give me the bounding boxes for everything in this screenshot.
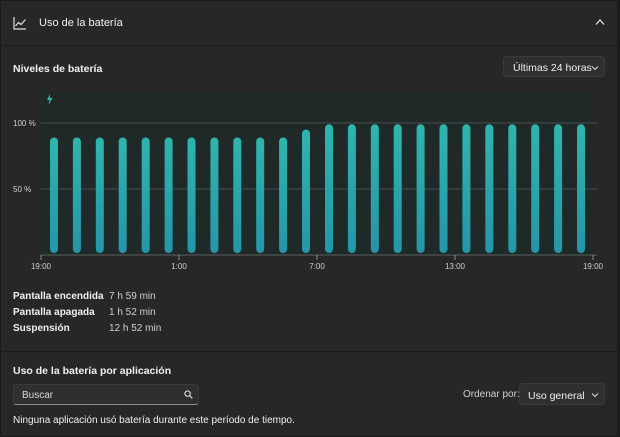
battery-bar (72, 137, 81, 253)
time-range-selected: Últimas 24 horas (513, 62, 592, 74)
battery-bar (462, 124, 471, 253)
sort-dropdown[interactable]: Uso general (519, 383, 605, 405)
search-box[interactable] (13, 384, 199, 405)
x-tick-label: 1:00 (171, 262, 187, 271)
battery-bar (302, 129, 310, 253)
search-icon[interactable] (184, 390, 193, 399)
battery-bar (416, 124, 425, 253)
battery-bar (347, 124, 356, 253)
battery-bar (531, 124, 540, 253)
x-tick-label: 19:00 (583, 262, 604, 271)
stat-label-screen-on: Pantalla encendida (13, 291, 104, 302)
stat-value-screen-on: 7 h 59 min (109, 291, 156, 302)
battery-bar (141, 137, 150, 253)
chevron-down-icon (591, 393, 599, 398)
battery-bar (256, 137, 265, 253)
battery-bar (485, 124, 494, 253)
battery-bar (118, 137, 127, 253)
battery-bar (279, 137, 288, 253)
stat-label-sleep: Suspensión (13, 323, 70, 334)
battery-usage-panel: Uso de la batería Niveles de batería Últ… (0, 0, 618, 437)
battery-levels-title: Niveles de batería (13, 63, 103, 75)
battery-bar (393, 124, 402, 253)
x-tick-label: 19:00 (31, 262, 52, 271)
stat-value-sleep: 12 h 52 min (109, 323, 162, 334)
y-tick-50: 50 % (13, 185, 31, 194)
battery-bar (508, 124, 517, 253)
stat-label-screen-off: Pantalla apagada (13, 307, 95, 318)
battery-bar (233, 137, 242, 253)
section-divider (1, 351, 617, 352)
empty-apps-message: Ninguna aplicación usó batería durante e… (13, 415, 295, 426)
sort-label: Ordenar por: (463, 389, 520, 400)
battery-usage-header[interactable]: Uso de la batería (1, 1, 617, 46)
sort-selected: Uso general (528, 390, 585, 402)
x-tick-label: 13:00 (445, 262, 466, 271)
line-chart-icon (13, 17, 26, 30)
header-title: Uso de la batería (39, 17, 123, 29)
battery-bar (210, 137, 219, 253)
x-tick-label: 7:00 (309, 262, 325, 271)
search-input[interactable] (20, 387, 184, 404)
stat-value-screen-off: 1 h 52 min (109, 307, 156, 318)
battery-bar (187, 137, 196, 253)
app-usage-title: Uso de la batería por aplicación (13, 365, 172, 377)
battery-bar (439, 124, 448, 253)
battery-bar (554, 124, 563, 253)
y-tick-100: 100 % (13, 119, 36, 128)
chevron-up-icon[interactable] (595, 18, 605, 26)
battery-bar (164, 137, 173, 253)
time-range-dropdown[interactable]: Últimas 24 horas (503, 56, 605, 77)
battery-bar (50, 137, 58, 253)
battery-bar (370, 124, 379, 253)
battery-levels-chart: 100 % 50 % 19:00 1:00 7:00 13:00 19:00 (13, 91, 604, 271)
battery-bar (325, 124, 333, 253)
chevron-down-icon (591, 66, 599, 71)
battery-bar (95, 137, 104, 253)
battery-bar (577, 124, 585, 253)
